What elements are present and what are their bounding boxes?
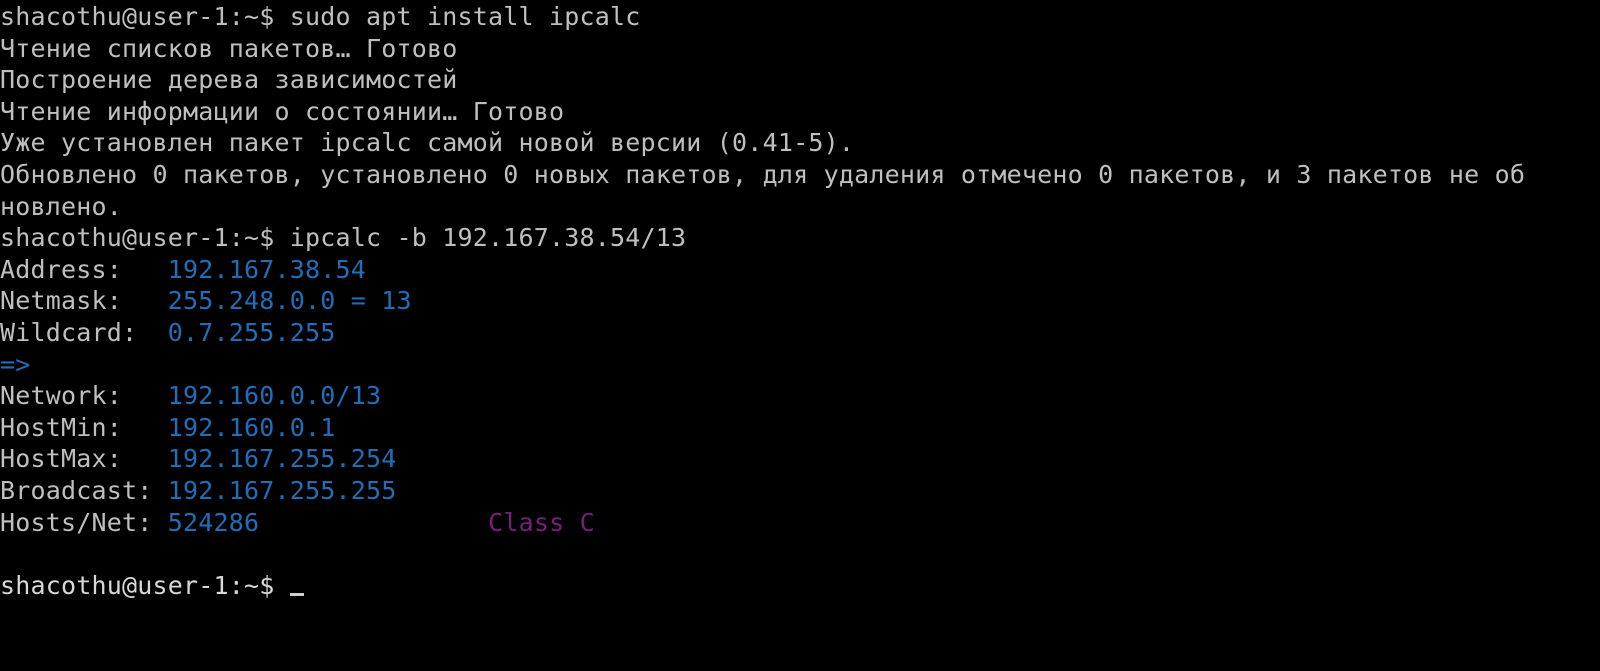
hostmin-label: HostMin:: [0, 412, 168, 442]
hosts-label: Hosts/Net:: [0, 507, 168, 537]
hostmax-label: HostMax:: [0, 444, 168, 474]
ipcalc-hosts-row: Hosts/Net: 524286 Class C: [0, 507, 1600, 539]
hostmax-value: 192.167.255.254: [167, 444, 397, 474]
output-line-summary-wrap: новлено.: [0, 191, 123, 221]
final-prompt: shacothu@user-1:~$: [0, 570, 290, 600]
address-value: 192.167.38.54: [167, 254, 367, 284]
ipcalc-arrow: =>: [0, 349, 31, 379]
output-line-summary: Обновлено 0 пакетов, установлено 0 новых…: [0, 159, 1526, 189]
ipcalc-netmask-row: Netmask: 255.248.0.0 = 13: [0, 285, 1600, 317]
command-line-install: shacothu@user-1:~$ sudo apt install ipca…: [0, 2, 641, 31]
hosts-value: 524286: [167, 507, 260, 537]
ipcalc-wildcard-row: Wildcard: 0.7.255.255: [0, 317, 1600, 349]
broadcast-label: Broadcast:: [0, 475, 168, 505]
output-line-already-installed: Уже установлен пакет ipcalc самой новой …: [0, 128, 855, 158]
ipcalc-broadcast-row: Broadcast: 192.167.255.255: [0, 475, 1600, 507]
terminal-window[interactable]: shacothu@user-1:~$ sudo apt install ipca…: [0, 0, 1600, 671]
network-value: 192.160.0.0/13: [167, 381, 382, 411]
output-line-reading-lists: Чтение списков пакетов… Готово: [0, 33, 458, 63]
wildcard-value: 0.7.255.255: [167, 317, 336, 347]
netmask-label: Netmask:: [0, 286, 168, 316]
hosts-gap: [259, 508, 488, 537]
hostmin-value: 192.160.0.1: [167, 412, 336, 442]
ipcalc-hostmin-row: HostMin: 192.160.0.1: [0, 412, 1600, 444]
output-line-reading-state: Чтение информации о состоянии… Готово: [0, 96, 565, 126]
class-value: Class C: [488, 507, 595, 537]
wildcard-label: Wildcard:: [0, 317, 168, 347]
ipcalc-hostmax-row: HostMax: 192.167.255.254: [0, 443, 1600, 475]
broadcast-value: 192.167.255.255: [167, 475, 397, 505]
ipcalc-address-row: Address: 192.167.38.54: [0, 254, 1600, 286]
cursor-icon: [289, 592, 304, 596]
network-label: Network:: [0, 381, 168, 411]
netmask-value: 255.248.0.0 = 13: [167, 286, 412, 316]
command-line-ipcalc: shacothu@user-1:~$ ipcalc -b 192.167.38.…: [0, 223, 687, 253]
final-prompt-row[interactable]: shacothu@user-1:~$: [0, 570, 1600, 602]
address-label: Address:: [0, 254, 168, 284]
ipcalc-network-row: Network: 192.160.0.0/13: [0, 380, 1600, 412]
output-line-building-tree: Построение дерева зависимостей: [0, 65, 458, 95]
